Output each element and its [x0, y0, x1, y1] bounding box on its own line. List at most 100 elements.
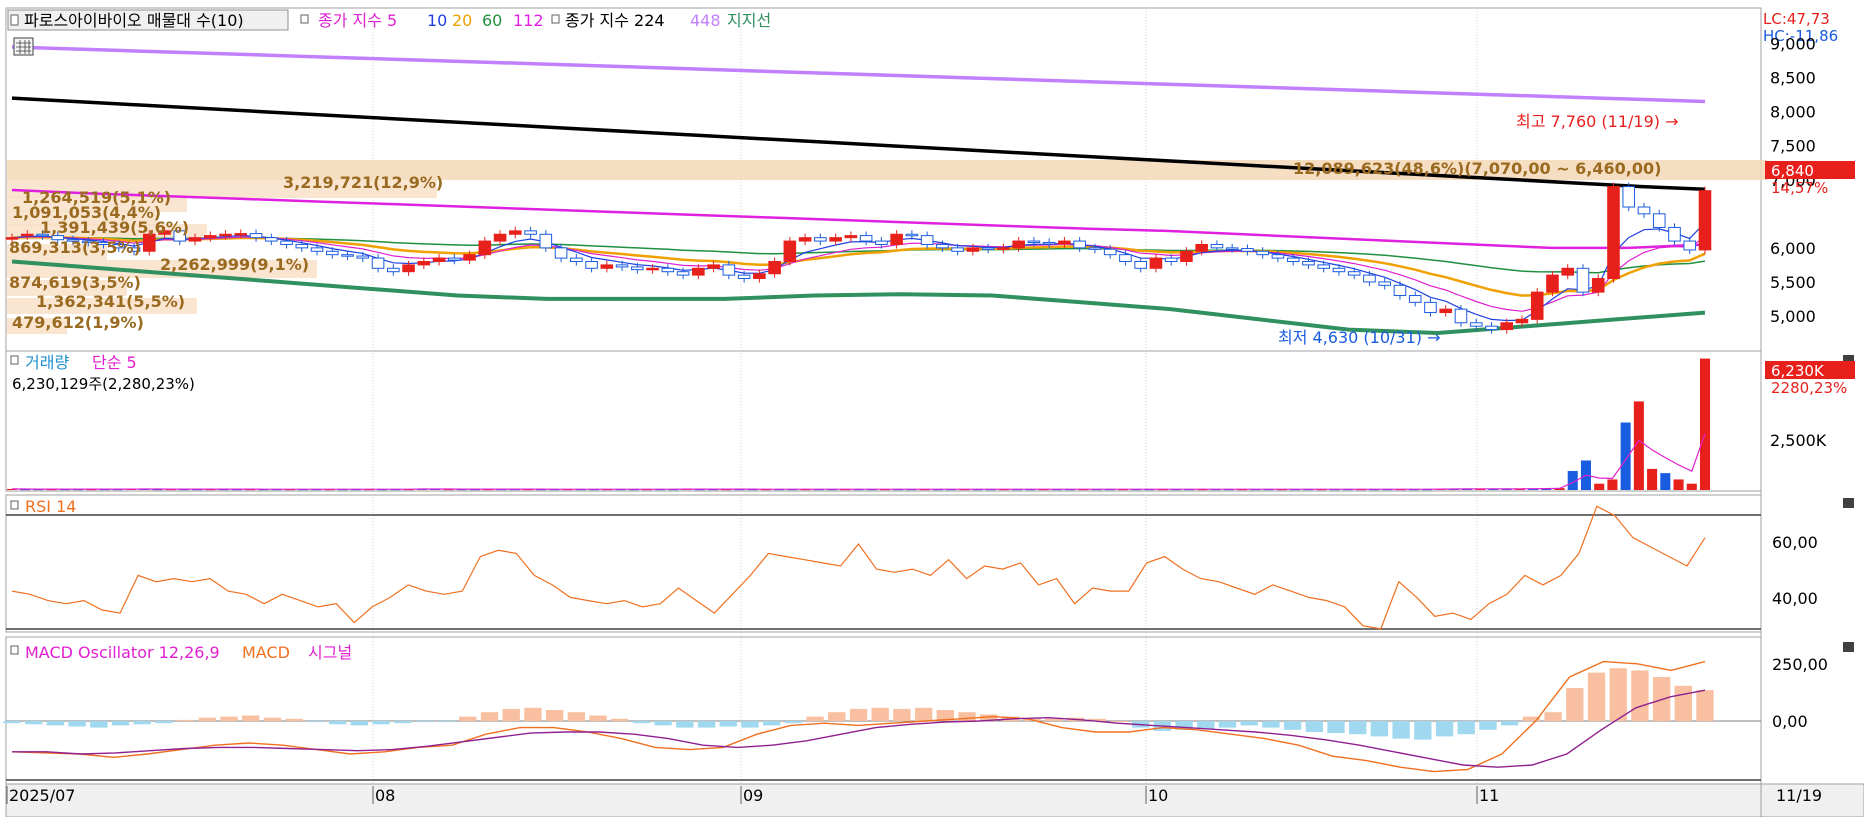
candle-body	[1103, 248, 1117, 256]
close-icon[interactable]	[1843, 498, 1854, 508]
candle-body	[1195, 243, 1208, 252]
macd-osc-bar	[350, 721, 368, 726]
macd-osc-bar	[1435, 721, 1454, 737]
macd-osc-bar	[1110, 721, 1128, 722]
candle-body	[1271, 254, 1285, 259]
vp-label-8: 1,362,341(5,5%)	[36, 292, 185, 311]
candle-body	[1424, 301, 1437, 314]
candle-body	[814, 237, 827, 242]
candle-body	[554, 247, 568, 259]
x-tick: 2025/07	[9, 786, 75, 805]
x-tick: 09	[743, 786, 763, 805]
macd-osc-bar	[1240, 721, 1258, 726]
candle-body	[310, 247, 324, 252]
price-tick-label: 6,000	[1770, 239, 1816, 258]
macd-osc-bar	[1544, 712, 1562, 721]
candle-body	[966, 247, 980, 252]
candle-body	[1286, 257, 1300, 262]
candle-body	[1149, 257, 1163, 269]
price-change: 14,57%	[1771, 179, 1828, 197]
candle-body	[1668, 226, 1681, 242]
table-icon[interactable]	[13, 37, 34, 56]
volume-pane[interactable]	[5, 350, 1762, 492]
close-icon[interactable]	[1843, 642, 1854, 652]
candle-body	[997, 247, 1010, 250]
macd-osc-bar	[480, 712, 499, 721]
x-tick-last: 11/19	[1776, 786, 1822, 805]
candle-body	[539, 233, 553, 249]
macd-osc-bar	[1197, 721, 1215, 729]
vp-label-5: 869,313(3,5%)	[9, 238, 141, 257]
candle-body	[1241, 248, 1254, 252]
vp-label-1: 3,219,721(12,9%)	[283, 173, 443, 192]
macd-osc-bar	[220, 716, 238, 721]
macd-osc-bar	[697, 721, 716, 728]
candle-body	[448, 257, 461, 261]
candle-body	[1210, 243, 1224, 249]
volume-badge: 6,230K	[1771, 362, 1825, 380]
candle-body	[1576, 267, 1590, 293]
macd-osc-bar	[762, 721, 781, 726]
support-label: 지지선	[727, 11, 771, 30]
price-tick-label: 8,500	[1770, 69, 1816, 88]
macd-osc-bar	[849, 708, 868, 721]
candle-body	[707, 264, 720, 269]
macd-osc-bar	[155, 721, 173, 724]
candle-body	[463, 254, 476, 261]
macd-osc-bar	[589, 715, 607, 721]
candle-body	[1164, 257, 1178, 262]
ema-112-label: 112	[513, 11, 544, 30]
vp-label-4: 1,391,439(5,6%)	[40, 218, 189, 237]
candle-body	[1515, 318, 1529, 324]
macd-osc-bar	[1327, 721, 1345, 734]
volume-bar	[1594, 483, 1605, 490]
x-tick: 10	[1148, 786, 1168, 805]
candle-body	[1378, 281, 1391, 286]
candle-body	[1454, 308, 1468, 324]
macd-osc-bar	[1349, 721, 1367, 735]
macd-osc-bar	[46, 721, 65, 726]
candle-body	[890, 233, 903, 245]
macd-osc-bar	[285, 718, 303, 721]
volume-bar	[1699, 358, 1711, 490]
macd-osc-bar	[415, 721, 434, 723]
vp-label-big: 12,089,623(48,6%)(7,070,00 ~ 6,460,00)	[1293, 159, 1661, 178]
volume-bar	[1607, 479, 1618, 490]
rsi-tick-60: 60,00	[1772, 533, 1818, 552]
candle-body	[280, 240, 293, 245]
macd-osc-bar	[1696, 690, 1714, 721]
candle-body	[1119, 254, 1132, 262]
macd-osc-bar	[111, 721, 130, 726]
macd-osc-bar	[893, 708, 911, 721]
lc-label: LC:47,73	[1763, 10, 1830, 28]
candle-body	[829, 237, 842, 242]
macd-osc-bar	[871, 707, 889, 721]
candle-body	[326, 250, 339, 256]
candle-body	[356, 255, 370, 259]
signal-label: 시그널	[308, 643, 352, 662]
price-tick-label: 5,500	[1770, 273, 1816, 292]
macd-osc-bar	[719, 721, 737, 727]
candle-body	[692, 267, 705, 276]
ema-60-label: 60	[482, 11, 502, 30]
macd-osc-bar	[263, 717, 282, 721]
macd-osc-label: MACD Oscillator 12,26,9	[25, 643, 220, 662]
price-title[interactable]: 파로스아이바이오 매물대 수(10)	[24, 11, 244, 30]
macd-osc-bar	[632, 721, 651, 724]
macd-osc-bar	[242, 715, 260, 721]
candle-body	[341, 254, 354, 257]
candle-body	[570, 257, 583, 262]
candle-body	[631, 266, 644, 271]
volume-change: 2280,23%	[1771, 379, 1847, 397]
candle-body	[875, 240, 888, 245]
price-tick-label: 7,500	[1770, 137, 1816, 156]
candle-body	[1180, 250, 1193, 262]
volume-bar	[1620, 422, 1631, 490]
candle-body	[1439, 308, 1453, 314]
x-tick: 08	[375, 786, 395, 805]
macd-osc-bar	[502, 708, 520, 721]
macd-osc-bar	[437, 721, 455, 723]
volume-bar	[1647, 468, 1658, 490]
macd-osc-bar	[1609, 668, 1627, 721]
macd-tick-0: 0,00	[1772, 712, 1808, 731]
